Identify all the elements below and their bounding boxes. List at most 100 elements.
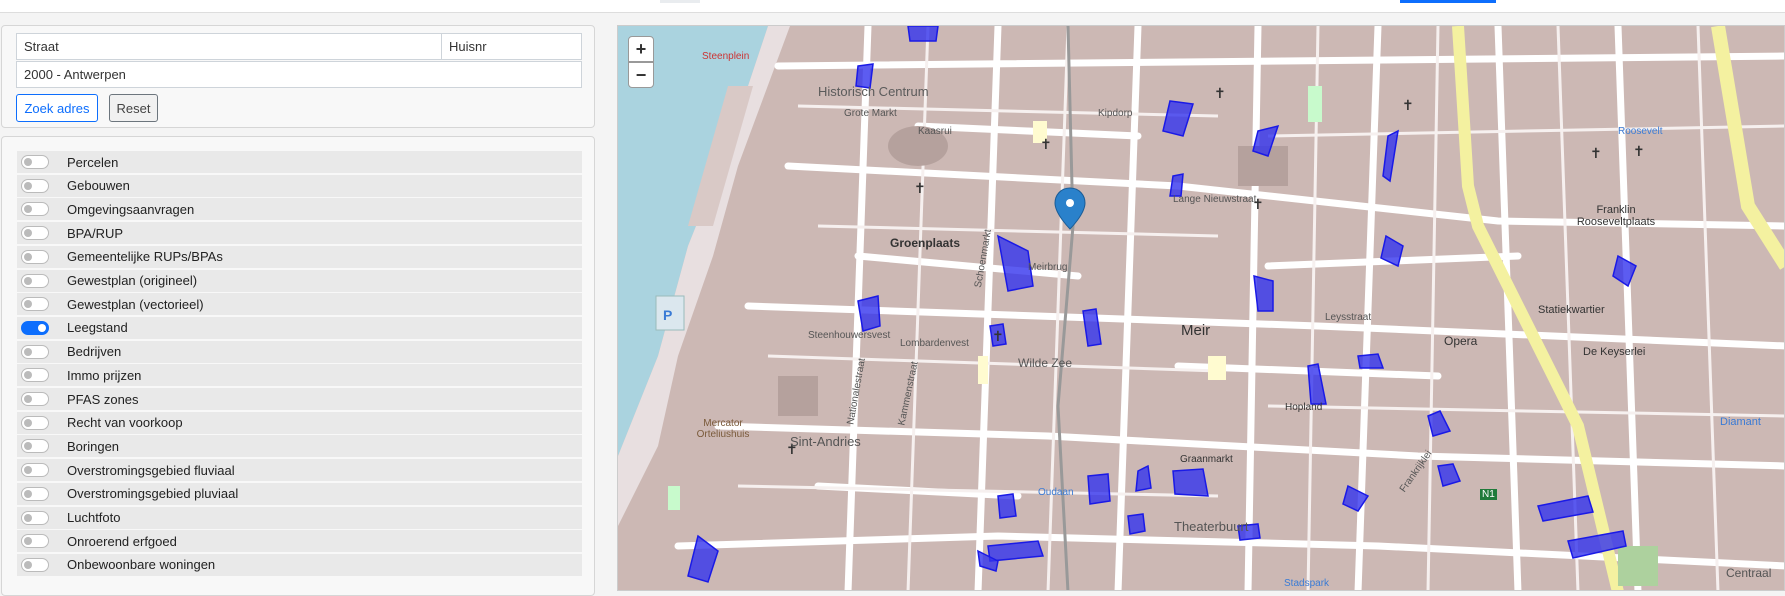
label-graanmarkt: Graanmarkt xyxy=(1180,454,1233,465)
layer-toggle[interactable] xyxy=(21,557,49,572)
layer-toggle[interactable] xyxy=(21,344,49,359)
reset-button-label: Reset xyxy=(116,100,151,116)
layer-toggle[interactable] xyxy=(21,249,49,264)
layer-row[interactable]: Recht van voorkoop xyxy=(17,411,582,434)
search-address-button[interactable]: Zoek adres xyxy=(16,94,98,122)
svg-text:✝: ✝ xyxy=(1590,145,1602,161)
layer-row[interactable]: Boringen xyxy=(17,435,582,458)
address-search-panel: Straat Huisnr 2000 - Antwerpen Zoek adre… xyxy=(1,25,595,128)
label-historisch-centrum: Historisch Centrum xyxy=(818,84,929,99)
layer-toggle[interactable] xyxy=(21,392,49,406)
label-kipdorp: Kipdorp xyxy=(1098,108,1133,119)
layer-row[interactable]: Gemeentelijke RUPs/BPAs xyxy=(17,245,582,268)
layer-label: Overstromingsgebied pluviaal xyxy=(67,486,239,502)
label-steenhouwersvest: Steenhouwersvest xyxy=(808,330,891,341)
layer-toggle[interactable] xyxy=(21,273,49,288)
location-pin-icon xyxy=(1054,187,1086,230)
zoom-in-icon: + xyxy=(635,38,647,59)
label-meirbrug: Meirbrug xyxy=(1028,262,1068,273)
zoom-out-icon: − xyxy=(635,64,647,85)
navbar-primary-button[interactable] xyxy=(1400,0,1496,3)
layer-row[interactable]: Onroerend erfgoed xyxy=(17,530,582,553)
layer-toggle[interactable] xyxy=(21,368,49,383)
street-placeholder: Straat xyxy=(24,39,59,54)
city-input[interactable]: 2000 - Antwerpen xyxy=(16,61,582,88)
layer-row[interactable]: Overstromingsgebied fluviaal xyxy=(17,459,582,482)
svg-text:✝: ✝ xyxy=(914,180,926,196)
layer-toggle[interactable] xyxy=(21,439,49,454)
layer-row[interactable]: Immo prijzen xyxy=(17,364,582,387)
layer-toggle[interactable] xyxy=(21,202,49,217)
label-grote-markt: Grote Markt xyxy=(844,108,897,119)
layer-row[interactable]: Gewestplan (vectorieel) xyxy=(17,293,582,316)
label-oudaan: Oudaan xyxy=(1038,487,1074,498)
layer-toggle[interactable] xyxy=(21,486,49,501)
layer-label: Gemeentelijke RUPs/BPAs xyxy=(67,249,223,265)
layer-label: Onbewoonbare woningen xyxy=(67,557,216,573)
label-hopland: Hopland xyxy=(1285,402,1323,413)
layer-label: Bedrijven xyxy=(67,344,122,360)
label-opera: Opera xyxy=(1444,334,1478,348)
map[interactable]: P ✝ ✝ ✝ ✝ ✝ ✝ ✝ ✝ ✝ Historisch Centrum G… xyxy=(617,25,1785,591)
layers-panel: Percelen Gebouwen Omgevingsaanvragen BPA/RU… xyxy=(1,136,595,596)
label-kaasrui: Kaasrui xyxy=(918,126,952,137)
layer-label: Leegstand xyxy=(67,320,128,336)
layer-label: Overstromingsgebied fluviaal xyxy=(67,462,235,478)
layer-row[interactable]: Onbewoonbare woningen xyxy=(17,553,582,576)
city-value: 2000 - Antwerpen xyxy=(24,67,126,82)
map-tiles[interactable]: P ✝✝✝ ✝✝✝ ✝✝✝ xyxy=(618,26,1785,591)
layer-label: Omgevingsaanvragen xyxy=(67,201,195,217)
layer-toggle[interactable] xyxy=(21,534,49,549)
label-de-keyserlei: De Keyserlei xyxy=(1583,346,1646,358)
label-theaterbuurt: Theaterbuurt xyxy=(1174,519,1249,534)
svg-text:✝: ✝ xyxy=(1633,143,1645,159)
layer-row[interactable]: Omgevingsaanvragen xyxy=(17,198,582,221)
layer-row[interactable]: PFAS zones xyxy=(17,388,582,410)
layer-toggle[interactable] xyxy=(21,155,49,169)
layer-toggle[interactable] xyxy=(21,510,49,525)
label-groenplaats: Groenplaats xyxy=(890,236,961,250)
layer-toggle[interactable] xyxy=(21,463,49,478)
layer-row[interactable]: Overstromingsgebied pluviaal xyxy=(17,482,582,505)
navbar-active-tab[interactable] xyxy=(660,0,700,3)
svg-text:✝: ✝ xyxy=(992,328,1004,344)
layer-toggle[interactable] xyxy=(21,297,49,312)
search-address-button-label: Zoek adres xyxy=(24,100,90,116)
zoom-out-button[interactable]: − xyxy=(628,62,654,88)
layer-label: Recht van voorkoop xyxy=(67,415,183,431)
layer-label: PFAS zones xyxy=(67,391,139,407)
layer-toggle[interactable] xyxy=(21,320,49,335)
layer-toggle[interactable] xyxy=(21,415,49,430)
layer-label: Gewestplan (origineel) xyxy=(67,273,198,288)
house-number-input[interactable]: Huisnr xyxy=(441,33,582,60)
layer-row[interactable]: Leegstand xyxy=(17,316,582,339)
layer-label: Gebouwen xyxy=(67,178,130,194)
svg-text:✝: ✝ xyxy=(1402,97,1414,113)
label-sint-andries: Sint-Andries xyxy=(790,434,861,449)
reset-button[interactable]: Reset xyxy=(109,94,158,122)
label-diamant: Diamant xyxy=(1720,416,1761,428)
zoom-in-button[interactable]: + xyxy=(628,36,654,62)
label-lange-nieuwstraat: Lange Nieuwstraat xyxy=(1173,194,1257,205)
layer-row[interactable]: BPA/RUP xyxy=(17,222,582,245)
label-meir: Meir xyxy=(1181,322,1211,339)
layer-row[interactable]: Bedrijven xyxy=(17,340,582,363)
label-statiekwartier: Statiekwartier xyxy=(1538,304,1605,316)
street-input[interactable]: Straat xyxy=(16,33,442,60)
layer-label: Luchtfoto xyxy=(67,510,121,525)
layer-label: Boringen xyxy=(67,438,120,454)
label-steenplein: Steenplein xyxy=(702,51,750,62)
label-centraal: Centraal xyxy=(1726,566,1772,580)
layer-label: Gewestplan (vectorieel) xyxy=(67,296,204,312)
layer-row[interactable]: Gewestplan (origineel) xyxy=(17,269,582,292)
layer-row[interactable]: Luchtfoto xyxy=(17,506,582,529)
layer-label: Percelen xyxy=(67,154,119,170)
label-franklin: Franklin Rooseveltplaats xyxy=(1576,204,1656,228)
layer-toggle[interactable] xyxy=(21,226,49,241)
layer-toggle[interactable] xyxy=(21,178,49,193)
label-lombardenvest: Lombardenvest xyxy=(900,338,969,349)
svg-text:✝: ✝ xyxy=(1040,136,1052,152)
label-wilde-zee: Wilde Zee xyxy=(1018,356,1073,370)
layer-row[interactable]: Percelen xyxy=(17,151,582,173)
layer-row[interactable]: Gebouwen xyxy=(17,174,582,197)
